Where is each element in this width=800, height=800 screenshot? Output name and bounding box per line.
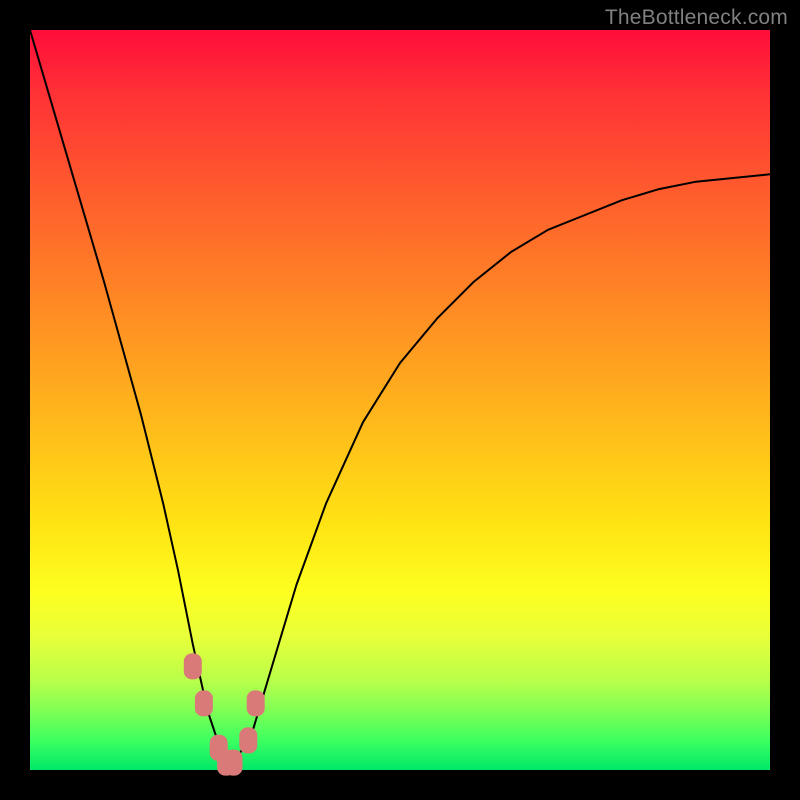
highlight-markers [184,653,265,775]
chart-frame: TheBottleneck.com [0,0,800,800]
curve-layer [30,30,770,770]
watermark-text: TheBottleneck.com [605,6,788,30]
plot-area [30,30,770,770]
bottleneck-curve [30,30,770,770]
